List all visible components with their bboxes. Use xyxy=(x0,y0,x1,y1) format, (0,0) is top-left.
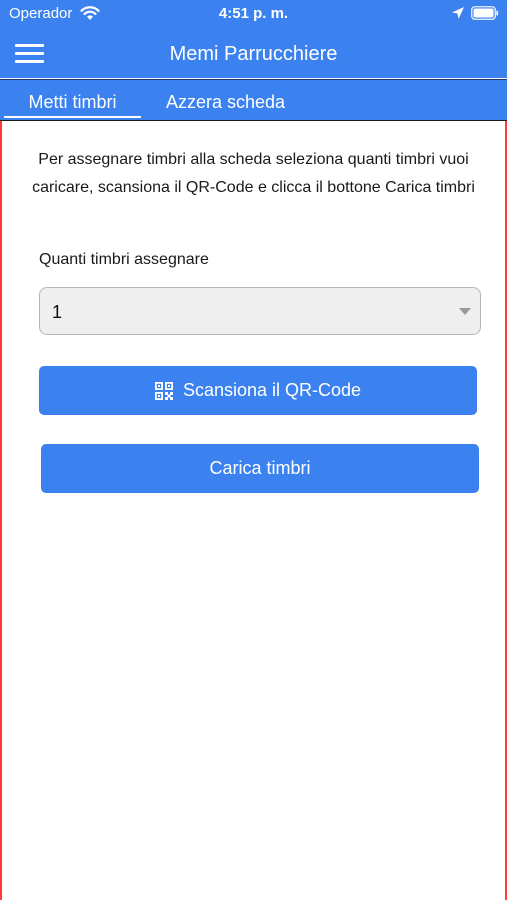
tab-label: Azzera scheda xyxy=(166,92,286,112)
main-content: Per assegnare timbri alla scheda selezio… xyxy=(0,121,507,900)
qr-code-icon xyxy=(154,381,173,400)
page-title: Memi Parrucchiere xyxy=(169,43,338,65)
load-stamps-button[interactable]: Carica timbri xyxy=(41,444,479,493)
tab-bar: Metti timbri Azzera scheda xyxy=(0,79,507,121)
status-bar: Operador 4:51 p. m. xyxy=(0,0,507,30)
active-tab-indicator xyxy=(4,116,141,118)
tab-metti-timbri[interactable]: Metti timbri xyxy=(4,80,141,121)
caret-down-icon xyxy=(459,308,471,315)
location-arrow-icon xyxy=(452,7,464,19)
battery-icon xyxy=(471,6,499,20)
quantity-select-value: 1 xyxy=(52,302,63,322)
instructions-text: Per assegnare timbri alla scheda selezio… xyxy=(32,151,475,196)
scan-qr-button-label: Scansiona il QR-Code xyxy=(182,380,362,400)
scan-qr-button[interactable]: Scansiona il QR-Code xyxy=(39,366,477,415)
nav-bar: Memi Parrucchiere xyxy=(0,30,507,78)
quantity-select[interactable]: 1 xyxy=(39,287,481,335)
tab-azzera-scheda[interactable]: Azzera scheda xyxy=(166,80,285,121)
load-stamps-button-label: Carica timbri xyxy=(209,458,311,478)
status-time: 4:51 p. m. xyxy=(218,5,289,22)
quantity-label: Quanti timbri assegnare xyxy=(39,251,209,268)
tab-label: Metti timbri xyxy=(28,92,117,112)
